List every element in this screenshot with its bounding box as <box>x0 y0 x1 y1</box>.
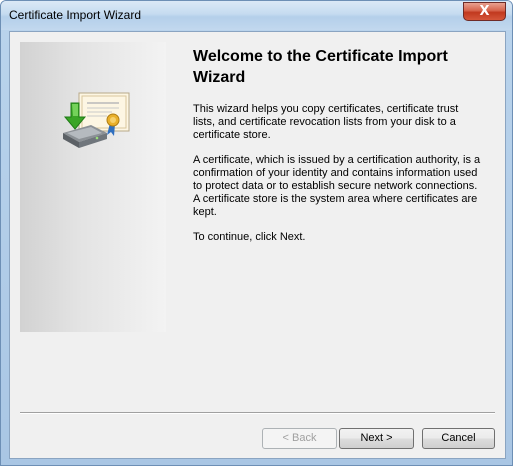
wizard-side-panel <box>20 42 166 332</box>
window-title: Certificate Import Wizard <box>9 8 142 22</box>
wizard-window: Certificate Import Wizard X Welcome to t… <box>0 0 513 466</box>
cancel-button[interactable]: Cancel <box>422 428 495 449</box>
continue-instruction: To continue, click Next. <box>193 231 306 243</box>
footer-divider <box>20 412 495 414</box>
wizard-content: Welcome to the Certificate Import Wizard… <box>9 31 506 459</box>
page-title: Welcome to the Certificate Import Wizard <box>193 48 448 86</box>
next-button[interactable]: Next > <box>339 428 414 449</box>
certificate-import-icon <box>63 92 130 148</box>
close-button[interactable]: X <box>463 2 506 21</box>
intro-paragraph: This wizard helps you copy certificates,… <box>193 103 459 141</box>
title-bar[interactable]: Certificate Import Wizard X <box>1 1 512 30</box>
certificate-description: A certificate, which is issued by a cert… <box>193 154 481 218</box>
back-button[interactable]: < Back <box>262 428 337 449</box>
close-icon: X <box>479 4 490 19</box>
